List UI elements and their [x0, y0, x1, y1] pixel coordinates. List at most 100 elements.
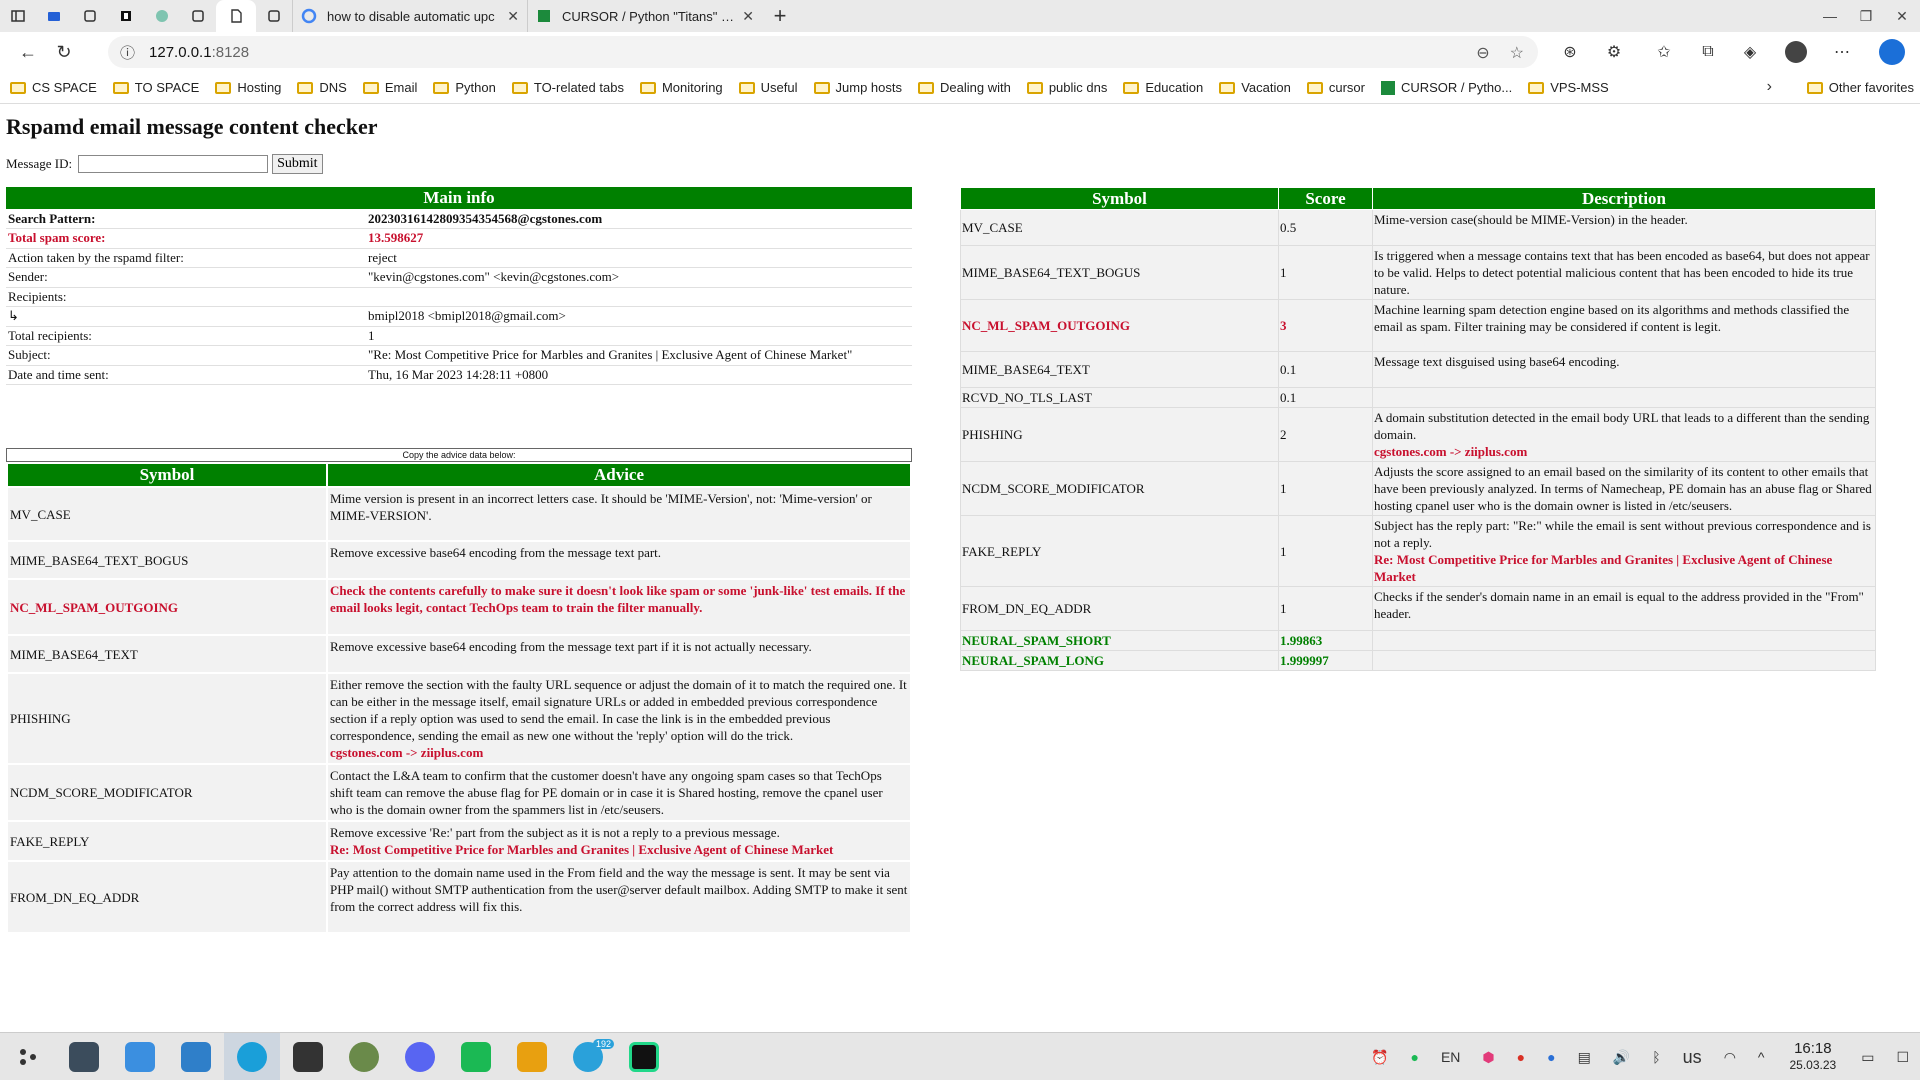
table-row: NCDM_SCORE_MODIFICATOR Contact the L&A te… — [6, 763, 912, 822]
cursor-icon — [536, 8, 552, 24]
table-row: Total spam score: 13.598627 — [6, 228, 912, 249]
refresh-icon[interactable]: ↻ — [46, 34, 82, 70]
folder-icon — [1306, 81, 1323, 94]
bing-icon[interactable] — [1876, 36, 1908, 68]
volume-icon[interactable]: 🔊 — [1613, 1049, 1630, 1066]
chevron-right-icon[interactable]: › — [1767, 78, 1772, 96]
bookmark-folder[interactable]: Vacation — [1219, 80, 1291, 95]
back-icon[interactable]: ← — [10, 34, 46, 70]
new-tab-button[interactable]: + — [762, 0, 798, 32]
close-tab-icon[interactable]: ✕ — [507, 8, 519, 25]
bookmark-folder[interactable]: DNS — [297, 80, 347, 95]
folder-icon — [1219, 81, 1236, 94]
table-row: Total recipients: 1 — [6, 326, 912, 346]
tab-label: CURSOR / Python "Titans" Gr — [562, 8, 735, 24]
clock[interactable]: 16:18 25.03.23 — [1789, 1041, 1836, 1073]
extension-icon[interactable]: ◈ — [1734, 36, 1766, 68]
bookmark-folder[interactable]: Email — [362, 80, 417, 95]
app-icon[interactable] — [336, 1033, 392, 1080]
pycharm-icon[interactable] — [616, 1033, 672, 1080]
bookmark-folder[interactable]: Education — [1123, 80, 1203, 95]
active-tab-page-icon[interactable] — [216, 0, 256, 32]
keyboard-language[interactable]: EN — [1441, 1049, 1460, 1065]
table-row: NCDM_SCORE_MODIFICATOR 1 Adjusts the score… — [960, 461, 1876, 516]
bookmark-folder[interactable]: VPS-MSS — [1528, 80, 1609, 95]
extension-icon[interactable]: ⚙ — [1598, 36, 1630, 68]
bookmark-folder[interactable]: Hosting — [215, 80, 281, 95]
copy-advice-button[interactable]: Copy the advice data below: — [6, 448, 912, 462]
bluetooth-icon[interactable]: ᛒ — [1652, 1049, 1660, 1065]
table-row: Search Pattern: 20230316142809354354568@c… — [6, 209, 912, 229]
tab-actions-icon[interactable] — [0, 0, 36, 32]
folder-icon — [1806, 81, 1823, 94]
pinned-tab-icon[interactable] — [180, 0, 216, 32]
message-id-input[interactable] — [78, 155, 269, 173]
info-icon[interactable]: ⓘ — [120, 42, 135, 63]
app-tray-icon[interactable]: ⬢ — [1482, 1049, 1494, 1066]
bookmark-folder[interactable]: Useful — [738, 80, 798, 95]
table-row: Date and time sent: Thu, 16 Mar 2023 14:2… — [6, 365, 912, 385]
telegram-icon[interactable]: 192 — [560, 1033, 616, 1080]
mail-tab-icon[interactable] — [36, 0, 72, 32]
store-app-icon[interactable] — [112, 1033, 168, 1080]
folder-icon — [297, 81, 314, 94]
address-bar-row: ← ↻ ⓘ 127.0.0.1:8128 ⊖ ☆ ⊛ ⚙ ✩ ⧉ ◈ ⋯ — [0, 32, 1920, 72]
chat-app-icon[interactable] — [448, 1033, 504, 1080]
folder-icon — [1123, 81, 1140, 94]
other-favorites[interactable]: Other favorites — [1806, 80, 1914, 95]
bookmark-folder[interactable]: Monitoring — [639, 80, 723, 95]
wifi-icon[interactable]: ◠ — [1724, 1049, 1736, 1066]
launcher-icon[interactable] — [0, 1033, 56, 1080]
minimize-icon[interactable]: — — [1812, 0, 1848, 32]
avatar[interactable] — [1780, 36, 1812, 68]
discord-icon[interactable] — [392, 1033, 448, 1080]
status-icon[interactable]: ● — [1411, 1049, 1419, 1065]
bookmark-folder[interactable]: Dealing with — [918, 80, 1011, 95]
files-app-icon[interactable] — [168, 1033, 224, 1080]
pinned-tab-icon[interactable] — [108, 0, 144, 32]
terminal-app-icon[interactable] — [280, 1033, 336, 1080]
settings-app-icon[interactable] — [56, 1033, 112, 1080]
folder-icon — [813, 81, 830, 94]
alarm-icon[interactable]: ⏰ — [1371, 1049, 1388, 1066]
favorite-star-icon[interactable]: ☆ — [1510, 43, 1524, 63]
folder-icon — [511, 81, 528, 94]
pinned-tab-icon[interactable] — [256, 0, 292, 32]
table-row: FROM_DN_EQ_ADDR 1 Checks if the sender's d… — [960, 586, 1876, 631]
keyboard-layout[interactable]: us — [1683, 1047, 1702, 1068]
bookmark-link[interactable]: CURSOR / Pytho... — [1380, 80, 1512, 95]
gmail-tray-icon[interactable]: ● — [1517, 1049, 1525, 1065]
tab-google-search[interactable]: how to disable automatic upc ✕ — [292, 0, 527, 32]
close-window-icon[interactable]: ✕ — [1884, 0, 1920, 32]
bookmarks-bar: CS SPACE TO SPACE Hosting DNS Email Pyth… — [0, 72, 1920, 104]
chevron-up-icon[interactable]: ^ — [1758, 1049, 1765, 1065]
notes-app-icon[interactable] — [504, 1033, 560, 1080]
clipboard-icon[interactable]: ▤ — [1578, 1049, 1591, 1066]
bookmark-folder[interactable]: TO SPACE — [112, 80, 199, 95]
url-field[interactable]: ⓘ 127.0.0.1:8128 ⊖ ☆ — [108, 36, 1538, 68]
edge-browser-icon[interactable] — [224, 1032, 280, 1080]
pinned-tab-icon[interactable] — [72, 0, 108, 32]
bookmark-folder[interactable]: cursor — [1306, 80, 1365, 95]
bookmark-folder[interactable]: CS SPACE — [10, 80, 97, 95]
more-menu-icon[interactable]: ⋯ — [1826, 36, 1858, 68]
extension-icon[interactable]: ⊛ — [1554, 36, 1586, 68]
zoom-icon[interactable]: ⊖ — [1476, 43, 1489, 63]
table-row: FAKE_REPLY Remove excessive 'Re:' part fr… — [6, 820, 912, 862]
submit-button[interactable]: Submit — [272, 154, 323, 174]
description-header: Description — [1372, 187, 1876, 210]
restore-icon[interactable]: ❐ — [1848, 0, 1884, 32]
battery-icon[interactable]: ▭ — [1861, 1049, 1874, 1066]
collections-icon[interactable]: ⧉ — [1692, 36, 1724, 68]
pinned-tab-icon[interactable] — [144, 0, 180, 32]
bookmark-folder[interactable]: TO-related tabs — [511, 80, 624, 95]
tab-cursor-python[interactable]: CURSOR / Python "Titans" Gr ✕ — [527, 0, 762, 32]
app-tray-icon[interactable]: ● — [1547, 1049, 1555, 1065]
table-row: NC_ML_SPAM_OUTGOING Check the contents ca… — [6, 578, 912, 636]
bookmark-folder[interactable]: public dns — [1026, 80, 1107, 95]
bookmark-folder[interactable]: Python — [433, 80, 496, 95]
show-desktop-icon[interactable]: ☐ — [1896, 1049, 1909, 1066]
close-tab-icon[interactable]: ✕ — [742, 8, 754, 25]
bookmark-folder[interactable]: Jump hosts — [813, 80, 902, 95]
favorites-icon[interactable]: ✩ — [1648, 36, 1680, 68]
